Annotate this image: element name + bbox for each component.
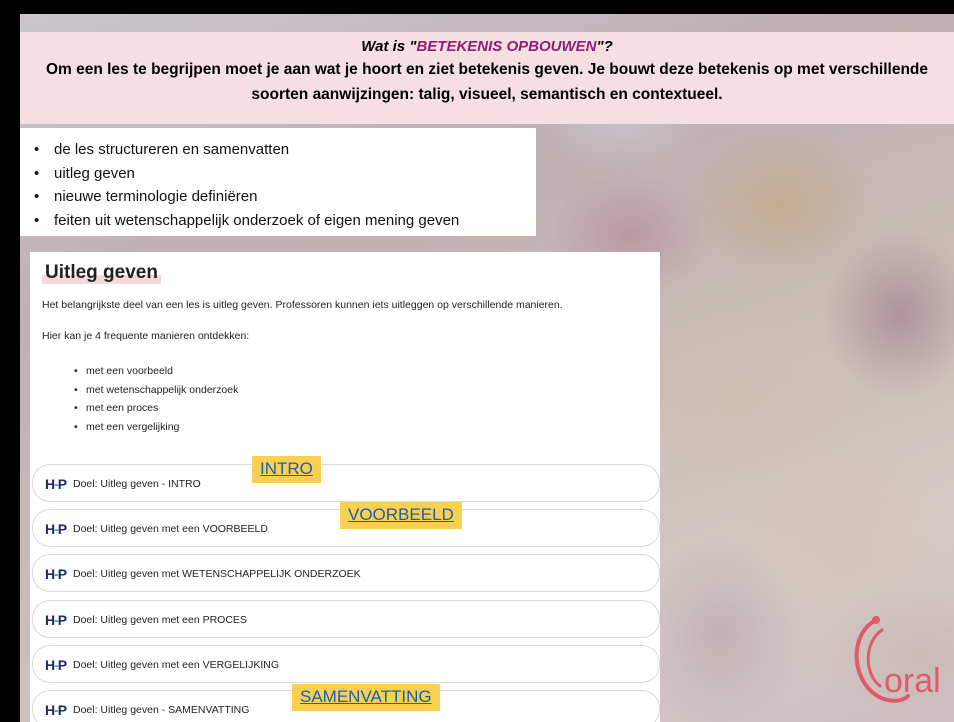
card-ways-text: Hier kan je 4 frequente manieren ontdekk… [42,330,250,342]
coral-logo-text: oral [884,662,941,700]
h5p-row-label: Doel: Uitleg geven - SAMENVATTING [73,704,250,716]
way-item: met een voorbeeld [74,362,238,381]
h5p-row-label: Doel: Uitleg geven - INTRO [73,478,201,490]
samenvatting-link[interactable]: SAMENVATTING [292,684,440,711]
h5p-logo-icon: H-P [45,612,67,628]
goal-item: feiten uit wetenschappelijk onderzoek of… [34,209,536,233]
ways-list: met een voorbeeld met wetenschappelijk o… [74,362,238,436]
slide: Wat is "BETEKENIS OPBOUWEN"? Om een les … [20,14,954,722]
definition-question: Wat is "BETEKENIS OPBOUWEN"? [361,38,613,55]
h5p-logo-icon: H-P [45,657,67,673]
way-item: met een vergelijking [74,418,238,437]
h5p-row-label: Doel: Uitleg geven met een VOORBEELD [73,523,268,535]
goals-list: de les structureren en samenvatten uitle… [20,128,536,236]
h5p-row-intro[interactable]: H-P Doel: Uitleg geven - INTRO [32,464,660,502]
goal-item: de les structureren en samenvatten [34,138,536,162]
definition-banner: Wat is "BETEKENIS OPBOUWEN"? Om een les … [20,32,954,124]
h5p-logo-icon: H-P [45,702,67,718]
h5p-row-label: Doel: Uitleg geven met een VERGELIJKING [73,659,280,671]
h5p-row-label: Doel: Uitleg geven met een PROCES [73,614,247,626]
h5p-logo-icon: H-P [45,476,67,492]
goal-item: nieuwe terminologie definiëren [34,185,536,209]
card-intro-text: Het belangrijkste deel van een les is ui… [42,299,563,311]
h5p-logo-icon: H-P [45,521,67,537]
uitleg-card: Uitleg geven Het belangrijkste deel van … [30,252,660,722]
way-item: met een proces [74,399,238,418]
h5p-row-onderzoek[interactable]: H-P Doel: Uitleg geven met WETENSCHAPPEL… [32,554,660,592]
h5p-logo-icon: H-P [45,566,67,582]
h5p-row-label: Doel: Uitleg geven met WETENSCHAPPELIJK … [73,568,361,580]
way-item: met wetenschappelijk onderzoek [74,381,238,400]
voorbeeld-link[interactable]: VOORBEELD [340,502,462,529]
question-highlight: BETEKENIS OPBOUWEN [416,38,597,55]
intro-link[interactable]: INTRO [252,456,321,483]
card-title: Uitleg geven [42,262,161,284]
goal-item: uitleg geven [34,162,536,186]
h5p-row-vergelijking[interactable]: H-P Doel: Uitleg geven met een VERGELIJK… [32,645,660,683]
coral-logo-icon: oral [854,616,941,703]
definition-text: Om een les te begrijpen moet je aan wat … [45,61,929,103]
h5p-row-proces[interactable]: H-P Doel: Uitleg geven met een PROCES [32,600,660,638]
